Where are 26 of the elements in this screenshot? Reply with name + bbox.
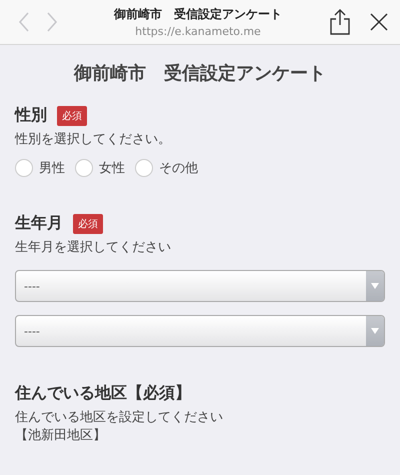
dropdown-arrow-icon bbox=[371, 328, 379, 334]
radio-button[interactable] bbox=[75, 159, 93, 177]
share-icon[interactable] bbox=[330, 9, 350, 35]
option-label: 男性 bbox=[39, 160, 65, 177]
page-title: 御前崎市 受信設定アンケート bbox=[114, 6, 282, 23]
option-label: 女性 bbox=[99, 160, 125, 177]
option-label: その他 bbox=[159, 160, 198, 177]
question-title: 生年月 bbox=[15, 213, 63, 234]
radio-button[interactable] bbox=[135, 159, 153, 177]
dropdown[interactable]: ---- bbox=[15, 270, 385, 302]
question-title: 住んでいる地区【必須】 bbox=[15, 383, 191, 404]
chevron-right-icon bbox=[46, 12, 58, 32]
question-description: 性別を選択してください。 bbox=[15, 131, 172, 149]
dropdown[interactable]: ---- bbox=[15, 315, 385, 347]
question-title: 性別 bbox=[15, 105, 47, 126]
required-badge: 必須 bbox=[57, 106, 87, 126]
close-icon[interactable] bbox=[370, 13, 388, 31]
required-badge: 必須 bbox=[73, 214, 103, 234]
radio-button[interactable] bbox=[15, 159, 33, 177]
dropdown-arrow-icon bbox=[371, 283, 379, 289]
question-description: 住んでいる地区を設定してください bbox=[15, 409, 224, 427]
chevron-left-icon bbox=[18, 12, 30, 32]
form-title: 御前崎市 受信設定アンケート bbox=[72, 62, 327, 86]
question-description: 生年月を選択してください bbox=[15, 239, 172, 257]
district-text: 【池新田地区】 bbox=[15, 427, 107, 445]
url-text: https://e.kanameto.me bbox=[135, 25, 261, 38]
